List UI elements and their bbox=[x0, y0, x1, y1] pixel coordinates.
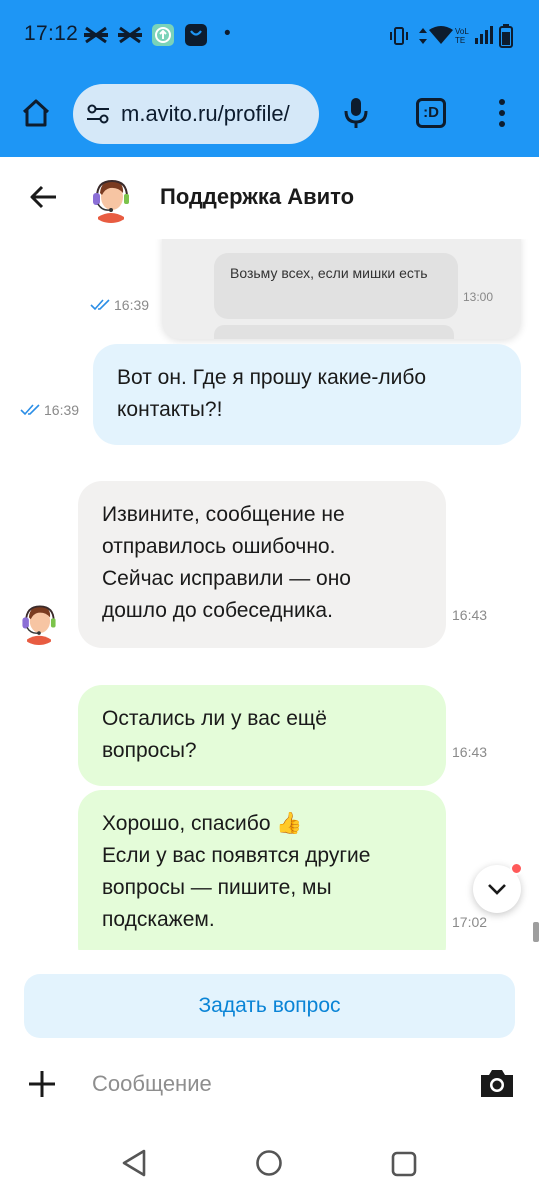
ask-question-button[interactable]: Задать вопрос bbox=[24, 974, 515, 1038]
support-avatar bbox=[86, 173, 136, 223]
double-check-icon bbox=[20, 404, 40, 416]
incoming-message[interactable]: Извините, сообщение не отправилось ошибо… bbox=[78, 481, 446, 648]
message-time: 16:39 bbox=[44, 402, 80, 418]
volte-label: VoLTE bbox=[455, 27, 469, 45]
capcut-icon bbox=[84, 26, 108, 44]
message-text: Извините, сообщение не отправилось ошибо… bbox=[102, 503, 351, 622]
unread-dot bbox=[510, 862, 523, 875]
signal-icon bbox=[475, 26, 493, 44]
message-text: Хорошо, спасибо 👍 Если у вас появятся др… bbox=[102, 812, 371, 931]
address-bar[interactable]: m.avito.ru/profile/ bbox=[73, 84, 319, 144]
attach-plus-icon[interactable] bbox=[26, 1068, 58, 1100]
camera-icon[interactable] bbox=[478, 1066, 516, 1100]
tab-switcher-icon[interactable]: :D bbox=[416, 98, 446, 128]
nav-home-icon[interactable] bbox=[255, 1149, 283, 1177]
site-settings-icon[interactable] bbox=[85, 101, 111, 127]
home-icon[interactable] bbox=[20, 97, 52, 129]
incoming-message-green[interactable]: Хорошо, спасибо 👍 Если у вас появятся др… bbox=[78, 790, 446, 950]
image-message[interactable]: Возьму всех, если мишки есть 13:00 bbox=[162, 239, 521, 339]
back-arrow-icon[interactable] bbox=[28, 181, 60, 213]
chevron-down-icon bbox=[488, 884, 506, 895]
outgoing-message[interactable]: Вот он. Где я прошу какие-либо контакты?… bbox=[93, 344, 521, 445]
message-time: 17:02 bbox=[452, 914, 488, 930]
overflow-menu-icon[interactable] bbox=[494, 98, 510, 128]
battery-icon bbox=[499, 24, 513, 48]
image-message-text: Возьму всех, если мишки есть bbox=[214, 253, 458, 319]
shopping-bag-icon bbox=[185, 24, 207, 46]
message-time: 16:43 bbox=[452, 744, 488, 760]
message-meta: 16:39 bbox=[20, 402, 79, 418]
vibrate-icon bbox=[390, 27, 408, 45]
upload-app-icon bbox=[152, 24, 174, 46]
image-message-fragment bbox=[214, 325, 454, 339]
incoming-message-green[interactable]: Остались ли у вас ещё вопросы? bbox=[78, 685, 446, 786]
support-avatar-small bbox=[16, 599, 62, 645]
message-text: Остались ли у вас ещё вопросы? bbox=[102, 707, 327, 762]
browser-chrome: 17:12 • VoLTE m.avito.ru/profile/:D bbox=[0, 0, 539, 157]
capcut-icon bbox=[118, 26, 142, 44]
chat-header: Поддержка Авито bbox=[0, 157, 539, 239]
status-dot: • bbox=[224, 23, 231, 44]
data-transfer-icon bbox=[419, 28, 427, 44]
microphone-icon[interactable] bbox=[342, 96, 370, 130]
system-navigation-bar bbox=[0, 1124, 539, 1200]
image-message-inner-time: 13:00 bbox=[463, 290, 494, 304]
message-list[interactable]: Возьму всех, если мишки есть 13:00 16:39… bbox=[0, 239, 539, 950]
url-text[interactable]: m.avito.ru/profile/ bbox=[121, 101, 311, 127]
message-meta: 16:39 bbox=[90, 297, 149, 313]
status-time: 17:12 bbox=[24, 22, 79, 45]
message-time: 16:43 bbox=[452, 607, 488, 623]
nav-back-icon[interactable] bbox=[120, 1148, 148, 1178]
chat-title: Поддержка Авито bbox=[160, 184, 355, 209]
scroll-to-bottom-button[interactable] bbox=[473, 862, 523, 913]
double-check-icon bbox=[90, 299, 110, 311]
wifi-icon bbox=[429, 26, 453, 44]
tab-switcher-label: :D bbox=[423, 104, 439, 121]
message-text: Вот он. Где я прошу какие-либо контакты?… bbox=[117, 366, 427, 421]
message-time: 16:39 bbox=[114, 297, 150, 313]
scrollbar[interactable] bbox=[533, 922, 539, 942]
status-bar: 17:12 • VoLTE bbox=[0, 0, 539, 72]
nav-recents-icon[interactable] bbox=[390, 1150, 418, 1178]
message-input[interactable]: Сообщение bbox=[92, 1071, 212, 1097]
